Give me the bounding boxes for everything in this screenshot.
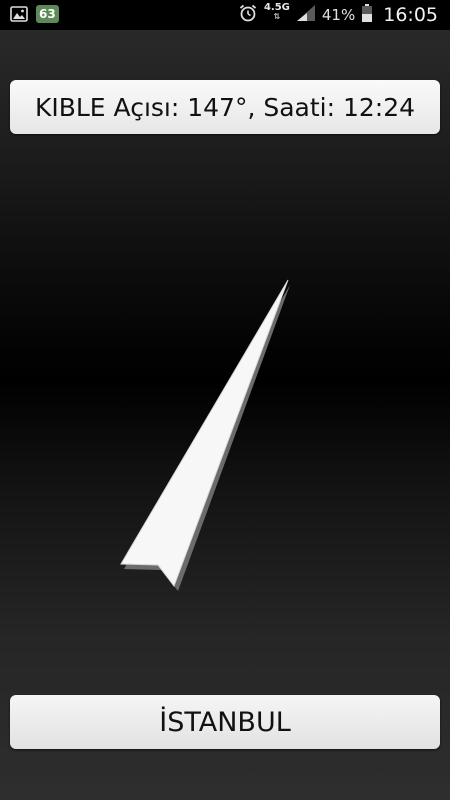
city-button-label: İSTANBUL bbox=[159, 706, 291, 738]
qibla-arrow-icon bbox=[120, 279, 290, 591]
qibla-arrow-shape bbox=[120, 279, 289, 588]
city-button[interactable]: İSTANBUL bbox=[10, 695, 440, 749]
